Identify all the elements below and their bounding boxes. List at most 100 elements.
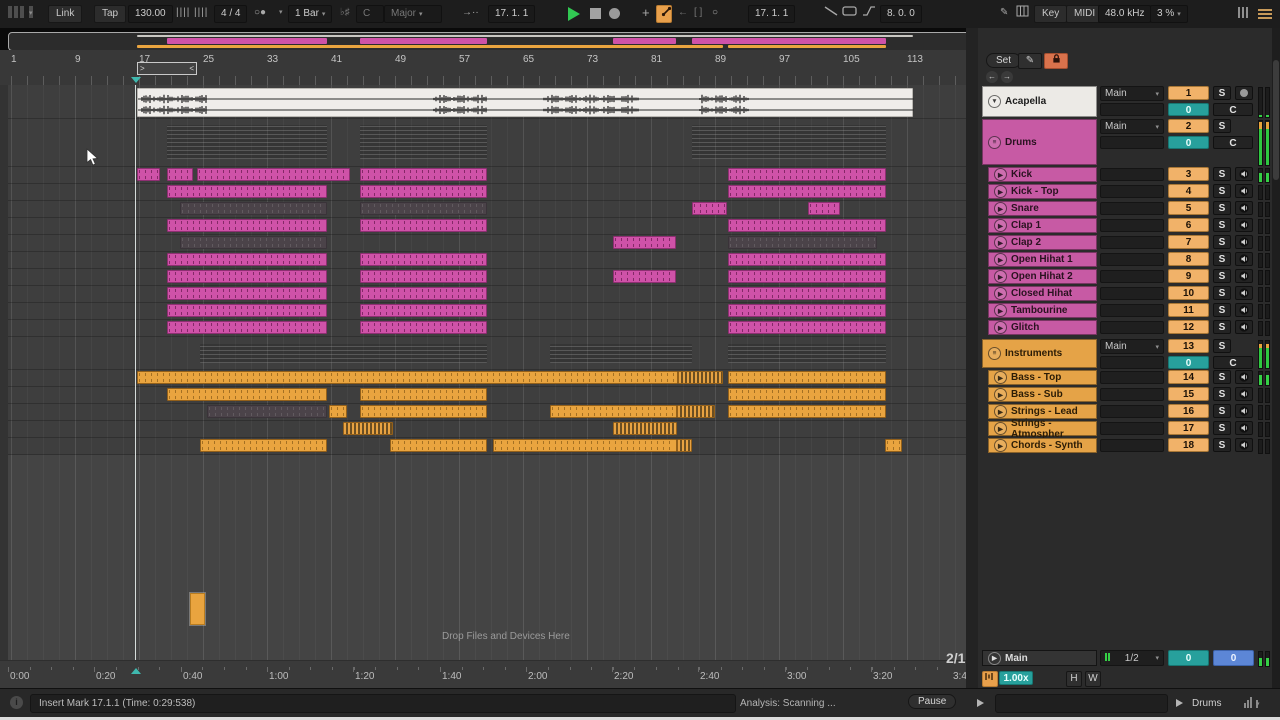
clip[interactable]	[167, 321, 327, 334]
solo-button[interactable]: S	[1213, 404, 1231, 418]
loop-switch-icon[interactable]	[842, 5, 858, 21]
solo-button[interactable]: S	[1213, 252, 1231, 266]
prev-marker-button[interactable]: ←	[986, 71, 998, 83]
track-number-badge[interactable]: 11	[1168, 303, 1209, 317]
track-blank-field[interactable]	[1100, 270, 1164, 283]
clip[interactable]	[728, 405, 886, 418]
selection-brackets-icon[interactable]: [ ]	[694, 5, 702, 21]
track-number-badge[interactable]: 6	[1168, 218, 1209, 232]
clip[interactable]	[167, 185, 327, 198]
track-number-badge[interactable]: 12	[1168, 320, 1209, 334]
solo-button[interactable]: S	[1213, 119, 1231, 133]
track-name-cell[interactable]: ▶Clap 2	[988, 235, 1097, 250]
track-play-icon[interactable]: ▶	[994, 287, 1007, 300]
track-route-menu[interactable]: Main▾	[1100, 119, 1164, 134]
track-number-badge[interactable]: 16	[1168, 404, 1209, 418]
track-blank-field[interactable]	[1100, 405, 1164, 418]
preview-speaker-button[interactable]	[1235, 252, 1253, 266]
clip[interactable]	[678, 371, 723, 384]
track-number-badge[interactable]: 9	[1168, 269, 1209, 283]
preview-field[interactable]	[995, 694, 1168, 713]
track-blank-field[interactable]	[1100, 422, 1164, 435]
track-header-acapella[interactable]: ▼AcapellaMain▾1S0C	[978, 86, 1272, 118]
track-play-icon[interactable]: ▶	[994, 219, 1007, 232]
track-name-cell[interactable]: ≡Drums	[982, 119, 1097, 165]
loop-length-field[interactable]: 8. 0. 0	[880, 5, 922, 23]
preview-speaker-button[interactable]	[1235, 167, 1253, 181]
track-name-cell[interactable]: ▶Chords - Synth	[988, 438, 1097, 453]
preview-speaker-button[interactable]	[1235, 269, 1253, 283]
clip[interactable]	[207, 405, 327, 418]
preview-speaker-button[interactable]	[1235, 184, 1253, 198]
quantize-menu[interactable]: 1 Bar▾	[288, 5, 332, 23]
track-number-badge[interactable]: 18	[1168, 438, 1209, 452]
unfold-group-icon[interactable]: ≡	[988, 136, 1001, 149]
track-header-glitch[interactable]: ▶Glitch12S	[978, 320, 1272, 336]
floating-clip[interactable]	[190, 593, 205, 625]
arrangement-overview[interactable]	[8, 32, 970, 51]
scale-root-field[interactable]: C	[356, 5, 384, 23]
clip[interactable]	[677, 439, 692, 452]
track-number-badge[interactable]: 14	[1168, 370, 1209, 384]
track-blank-field[interactable]	[1100, 168, 1164, 181]
set-button[interactable]: Set	[986, 53, 1021, 68]
solo-button[interactable]: S	[1213, 370, 1231, 384]
track-header-open-hihat-2[interactable]: ▶Open Hihat 29S	[978, 269, 1272, 285]
clip[interactable]	[493, 439, 677, 452]
add-track-button[interactable]: +	[642, 5, 650, 21]
solo-button[interactable]: S	[1213, 320, 1231, 334]
clip[interactable]	[360, 202, 487, 215]
clip[interactable]	[137, 371, 678, 384]
track-number-badge[interactable]: 1	[1168, 86, 1209, 100]
clip[interactable]	[343, 422, 393, 435]
track-name-cell[interactable]: ▼Acapella	[982, 86, 1097, 117]
preview-speaker-button[interactable]	[1235, 286, 1253, 300]
warp-button[interactable]	[982, 671, 998, 687]
track-play-icon[interactable]: ▶	[994, 202, 1007, 215]
preview-speaker-button[interactable]	[1235, 421, 1253, 435]
clip[interactable]	[197, 168, 350, 181]
app-grip-icon[interactable]: ▾	[8, 5, 35, 21]
track-number-badge[interactable]: 17	[1168, 421, 1209, 435]
track-blank-field[interactable]	[1100, 287, 1164, 300]
track-number-badge[interactable]: 2	[1168, 119, 1209, 133]
draw-slope-icon[interactable]	[824, 5, 838, 21]
track-lane[interactable]	[8, 438, 966, 455]
track-name-cell[interactable]: ▶Kick - Top	[988, 184, 1097, 199]
preview-speaker-button[interactable]	[1235, 370, 1253, 384]
track-play-icon[interactable]: ▶	[994, 253, 1007, 266]
track-play-icon[interactable]: ▶	[994, 185, 1007, 198]
track-name-cell[interactable]: ▶Closed Hihat	[988, 286, 1097, 301]
key-map-button[interactable]: Key	[1034, 5, 1067, 23]
track-number-badge[interactable]: 13	[1168, 339, 1209, 353]
clip[interactable]	[200, 439, 327, 452]
track-name-cell[interactable]: ▶Kick	[988, 167, 1097, 182]
main-track-header[interactable]: ▶ Main 1/2▾ 0 0	[978, 650, 1272, 667]
main-pan-knob[interactable]: 0	[1168, 650, 1209, 666]
clip[interactable]	[360, 219, 487, 232]
send-badge[interactable]: 0	[1168, 356, 1209, 369]
main-volume-fader[interactable]: 0	[1213, 650, 1254, 666]
track-route-menu[interactable]: Main▾	[1100, 339, 1164, 354]
draw-automation-button[interactable]: ✎	[1018, 53, 1042, 69]
metronome-caret-icon[interactable]: ▾	[279, 5, 283, 21]
output-meter-icon[interactable]: ▾	[1244, 697, 1259, 708]
track-header-chords-synth[interactable]: ▶Chords - Synth18S	[978, 438, 1272, 454]
metronome-icon[interactable]: ○●	[254, 5, 266, 21]
track-name-cell[interactable]: ▶Snare	[988, 201, 1097, 216]
clip[interactable]	[728, 270, 886, 283]
record-button[interactable]	[609, 8, 620, 19]
preview-speaker-button[interactable]	[1235, 201, 1253, 215]
preview-play-icon[interactable]	[977, 699, 984, 707]
clip[interactable]	[692, 202, 727, 215]
clip[interactable]	[360, 405, 487, 418]
clip[interactable]	[728, 388, 886, 401]
track-play-icon[interactable]: ▶	[994, 270, 1007, 283]
follow-button[interactable]: →··	[462, 5, 479, 21]
clip[interactable]	[167, 304, 327, 317]
track-header-closed-hihat[interactable]: ▶Closed Hihat10S	[978, 286, 1272, 302]
track-route-menu[interactable]: Main▾	[1100, 86, 1164, 101]
link-button[interactable]: Link	[48, 5, 82, 23]
loop-start-field[interactable]: 17. 1. 1	[748, 5, 795, 23]
arrangement-position-field[interactable]: 17. 1. 1	[488, 5, 535, 23]
